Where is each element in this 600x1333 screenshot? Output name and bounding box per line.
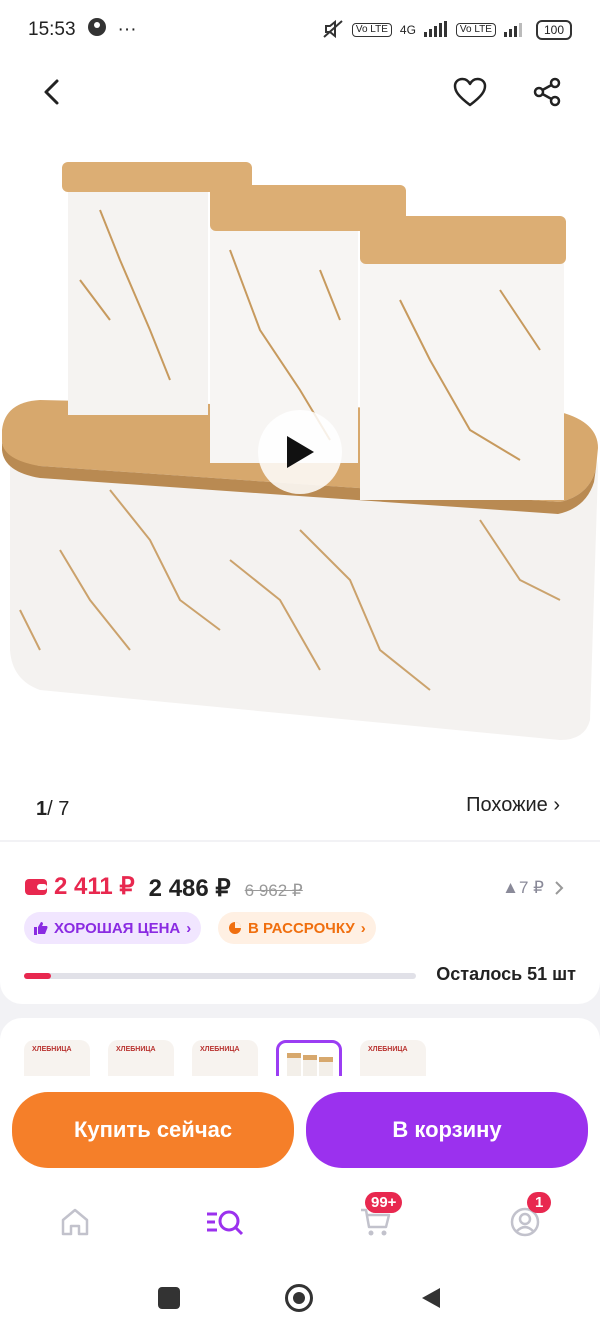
back-nav-button[interactable] xyxy=(420,1286,442,1315)
favorite-button[interactable] xyxy=(448,70,492,114)
network-type: 4G xyxy=(399,23,416,37)
play-icon xyxy=(287,436,314,468)
action-bar: Купить сейчас В корзину xyxy=(0,1076,600,1180)
nav-profile[interactable]: 1 xyxy=(495,1192,555,1244)
signal-icon xyxy=(423,20,448,40)
share-icon xyxy=(533,77,561,107)
nav-cart[interactable]: 99+ xyxy=(345,1192,405,1244)
product-image-gallery[interactable] xyxy=(0,130,600,840)
top-bar xyxy=(0,60,600,130)
good-price-badge[interactable]: ХОРОШАЯ ЦЕНА › xyxy=(24,912,202,944)
price-change[interactable]: ▲7 ₽ xyxy=(502,878,564,898)
bottom-nav: 99+ 1 xyxy=(0,1180,600,1266)
battery-indicator: 100 xyxy=(535,20,572,40)
wallet-icon xyxy=(25,878,47,895)
installment-badge[interactable]: В РАССРОЧКУ › xyxy=(218,912,376,944)
profile-badge: 1 xyxy=(527,1192,552,1213)
add-to-cart-button[interactable]: В корзину xyxy=(306,1092,588,1168)
price-change-value: ▲7 ₽ xyxy=(502,878,544,897)
recents-button[interactable] xyxy=(158,1287,180,1309)
catalog-search-icon xyxy=(207,1210,244,1236)
more-notifications: ··· xyxy=(117,19,137,40)
nav-catalog[interactable] xyxy=(195,1200,255,1244)
play-video-button[interactable] xyxy=(258,410,342,494)
good-price-label: ХОРОШАЯ ЦЕНА xyxy=(54,919,181,937)
mute-icon xyxy=(322,19,344,42)
volte-badge: Vo LTE xyxy=(351,23,392,37)
volte-badge-2: Vo LTE xyxy=(455,23,496,37)
back-button[interactable] xyxy=(30,70,74,114)
buy-now-button[interactable]: Купить сейчас xyxy=(12,1092,294,1168)
heart-icon xyxy=(453,77,487,107)
status-bar: 15:53 ··· Vo LTE 4G Vo LTE 100 xyxy=(0,0,600,60)
stock-progress-fill xyxy=(24,973,52,979)
old-price: 6 962 ₽ xyxy=(244,880,303,900)
gallery-current: 1 xyxy=(36,798,48,820)
price-row: 2 411 ₽ 2 486 ₽ 6 962 ₽ xyxy=(24,872,303,903)
gallery-total: / 7 xyxy=(47,798,70,820)
pie-icon xyxy=(229,922,241,934)
thumbs-up-icon xyxy=(34,922,48,935)
chevron-right-icon: › xyxy=(360,919,366,937)
system-navigation xyxy=(0,1266,600,1333)
stock-progress xyxy=(24,973,416,979)
similar-products-link[interactable]: Похожие › xyxy=(466,794,560,817)
notification-icon xyxy=(86,16,108,44)
current-price: 2 486 ₽ xyxy=(148,874,231,902)
home-button[interactable] xyxy=(285,1284,313,1312)
chevron-right-icon: › xyxy=(186,919,192,937)
remaining-stock: Осталось 51 шт xyxy=(436,964,576,984)
time: 15:53 xyxy=(28,19,76,40)
nav-home[interactable] xyxy=(45,1200,105,1244)
triangle-back-icon xyxy=(422,1288,440,1308)
chevron-left-icon xyxy=(44,79,59,105)
wallet-price-value: 2 411 ₽ xyxy=(54,873,135,900)
gallery-counter: 1/ 7 xyxy=(36,798,69,821)
share-button[interactable] xyxy=(525,70,569,114)
chevron-right-icon xyxy=(555,881,564,895)
wallet-price[interactable]: 2 411 ₽ xyxy=(24,872,135,901)
home-icon xyxy=(61,1208,89,1236)
cart-count-badge: 99+ xyxy=(365,1192,403,1213)
signal-icon-2 xyxy=(503,21,528,40)
installment-label: В РАССРОЧКУ xyxy=(248,919,355,937)
price-card: 2 411 ₽ 2 486 ₽ 6 962 ₽ ▲7 ₽ ХОРОШАЯ ЦЕН… xyxy=(0,842,600,1004)
